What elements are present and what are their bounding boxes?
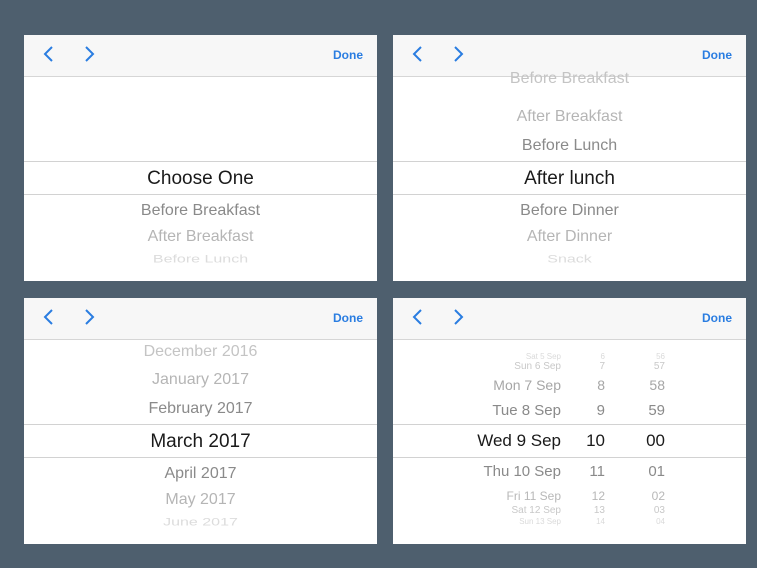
chevron-left-icon bbox=[412, 46, 422, 62]
date-option[interactable]: Thu 10 Sep bbox=[433, 464, 561, 479]
date-option[interactable]: Sat 12 Sep bbox=[433, 506, 561, 516]
previous-button[interactable] bbox=[406, 43, 428, 65]
picker-option[interactable]: Before Breakfast bbox=[24, 203, 377, 219]
picker-panel-2: Done Before Breakfast After Breakfast Be… bbox=[393, 35, 746, 281]
date-option[interactable]: Sun 13 Sep bbox=[433, 518, 561, 526]
chevron-left-icon bbox=[43, 309, 53, 325]
selection-line-top bbox=[24, 161, 377, 162]
date-option[interactable]: Fri 11 Sep bbox=[433, 490, 561, 502]
previous-button[interactable] bbox=[406, 306, 428, 328]
picker-wheel[interactable]: Choose One Before Breakfast After Breakf… bbox=[24, 77, 377, 281]
picker-option[interactable]: Snack bbox=[393, 254, 746, 265]
chevron-right-icon bbox=[84, 309, 94, 325]
minute-option[interactable]: 04 bbox=[625, 518, 665, 526]
chevron-right-icon bbox=[453, 309, 463, 325]
picker-panel-1: Done Choose One Before Breakfast After B… bbox=[24, 35, 377, 281]
selection-line-top bbox=[24, 424, 377, 425]
previous-button[interactable] bbox=[37, 43, 59, 65]
picker-wheel[interactable]: Before Breakfast After Breakfast Before … bbox=[393, 71, 746, 281]
picker-panel-3: Done December 2016 January 2017 February… bbox=[24, 298, 377, 544]
chevron-right-icon bbox=[453, 46, 463, 62]
selection-line-top bbox=[393, 161, 746, 162]
hour-option[interactable]: 11 bbox=[569, 464, 605, 479]
picker-option-selected[interactable]: After lunch bbox=[393, 169, 746, 188]
next-button[interactable] bbox=[78, 43, 100, 65]
picker-toolbar: Done bbox=[24, 35, 377, 77]
picker-toolbar: Done bbox=[24, 298, 377, 340]
hour-option[interactable]: 6 bbox=[569, 353, 605, 361]
hour-option[interactable]: 12 bbox=[569, 490, 605, 502]
hour-option[interactable]: 13 bbox=[569, 506, 605, 516]
selection-line-bottom bbox=[24, 194, 377, 195]
minute-option-selected[interactable]: 00 bbox=[625, 432, 665, 449]
picker-option[interactable]: Before Dinner bbox=[393, 203, 746, 219]
previous-button[interactable] bbox=[37, 306, 59, 328]
minute-option[interactable]: 59 bbox=[625, 403, 665, 418]
picker-option[interactable]: May 2017 bbox=[24, 492, 377, 508]
hour-option[interactable]: 8 bbox=[569, 378, 605, 392]
minute-option[interactable]: 02 bbox=[625, 490, 665, 502]
done-button[interactable]: Done bbox=[333, 311, 363, 325]
minute-option[interactable]: 03 bbox=[625, 506, 665, 516]
date-time-picker-panel: Done Sat 5 Sep Sun 6 Sep Mon 7 Sep Tue 8… bbox=[393, 298, 746, 544]
selection-line-bottom bbox=[393, 457, 746, 458]
next-button[interactable] bbox=[78, 306, 100, 328]
picker-option[interactable]: December 2016 bbox=[24, 344, 377, 360]
hour-option-selected[interactable]: 10 bbox=[569, 432, 605, 449]
picker-option[interactable]: June 2017 bbox=[24, 517, 377, 528]
next-button[interactable] bbox=[447, 43, 469, 65]
picker-option[interactable]: Before Lunch bbox=[24, 254, 377, 265]
next-button[interactable] bbox=[447, 306, 469, 328]
date-option[interactable]: Mon 7 Sep bbox=[433, 378, 561, 392]
selection-line-top bbox=[393, 424, 746, 425]
picker-option-selected[interactable]: March 2017 bbox=[24, 432, 377, 451]
selection-line-bottom bbox=[393, 194, 746, 195]
date-time-wheel[interactable]: Sat 5 Sep Sun 6 Sep Mon 7 Sep Tue 8 Sep … bbox=[393, 340, 746, 544]
selection-line-bottom bbox=[24, 457, 377, 458]
chevron-left-icon bbox=[412, 309, 422, 325]
hour-option[interactable]: 9 bbox=[569, 403, 605, 418]
done-button[interactable]: Done bbox=[702, 311, 732, 325]
picker-toolbar: Done bbox=[393, 298, 746, 340]
date-option[interactable]: Sat 5 Sep bbox=[433, 353, 561, 361]
date-option[interactable]: Tue 8 Sep bbox=[433, 403, 561, 418]
hour-option[interactable]: 14 bbox=[569, 518, 605, 526]
done-button[interactable]: Done bbox=[333, 48, 363, 62]
minute-option[interactable]: 58 bbox=[625, 378, 665, 392]
minute-option[interactable]: 57 bbox=[625, 362, 665, 372]
picker-option-selected[interactable]: Choose One bbox=[24, 169, 377, 188]
picker-option[interactable]: After Dinner bbox=[393, 229, 746, 245]
chevron-right-icon bbox=[84, 46, 94, 62]
picker-option[interactable]: January 2017 bbox=[24, 372, 377, 388]
minute-option[interactable]: 01 bbox=[625, 464, 665, 479]
picker-option[interactable]: After Breakfast bbox=[393, 109, 746, 125]
minute-option[interactable]: 56 bbox=[625, 353, 665, 361]
date-option[interactable]: Sun 6 Sep bbox=[433, 362, 561, 372]
picker-option[interactable]: February 2017 bbox=[24, 401, 377, 417]
picker-wheel[interactable]: December 2016 January 2017 February 2017… bbox=[24, 340, 377, 544]
picker-option[interactable]: After Breakfast bbox=[24, 229, 377, 245]
done-button[interactable]: Done bbox=[702, 48, 732, 62]
date-option-selected[interactable]: Wed 9 Sep bbox=[433, 432, 561, 449]
chevron-left-icon bbox=[43, 46, 53, 62]
hour-option[interactable]: 7 bbox=[569, 362, 605, 372]
picker-option[interactable]: April 2017 bbox=[24, 466, 377, 482]
picker-option[interactable]: Before Breakfast bbox=[393, 71, 746, 87]
picker-option[interactable]: Before Lunch bbox=[393, 138, 746, 154]
